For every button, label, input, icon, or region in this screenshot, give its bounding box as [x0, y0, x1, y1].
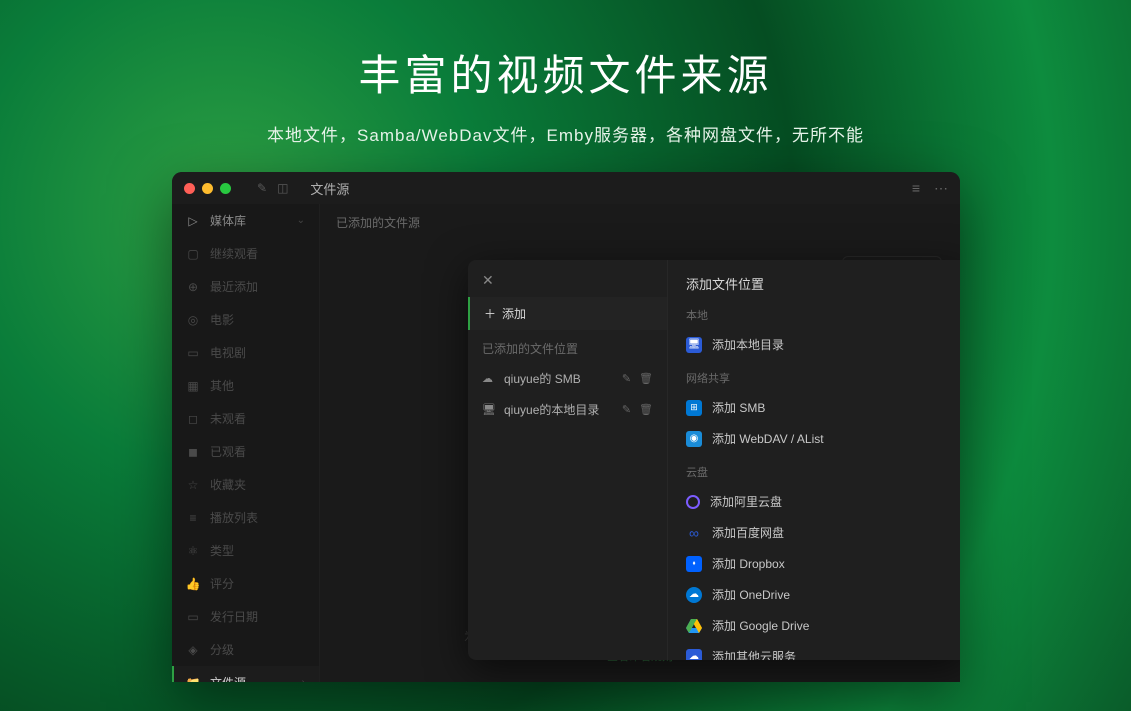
chevron-icon: ›: [302, 677, 305, 682]
sidebar-item-6[interactable]: ◻未观看: [172, 402, 319, 435]
sidebar-item-13[interactable]: ◈分级: [172, 633, 319, 666]
max-dot[interactable]: [220, 183, 231, 194]
option-cloud-3[interactable]: ☁添加 OneDrive: [686, 579, 950, 610]
delete-icon[interactable]: 🗑: [639, 372, 653, 385]
sidebar-icon: ▷: [186, 214, 200, 228]
sidebar-icon: ▭: [186, 610, 200, 624]
sidebar: ▷媒体库⌄▢继续观看⊕最近添加◎电影▭电视剧▦其他◻未观看◼已观看☆收藏夹≡播放…: [172, 204, 320, 682]
option-cloud-4[interactable]: 添加 Google Drive: [686, 610, 950, 641]
option-network-0[interactable]: ⊞添加 SMB: [686, 392, 950, 423]
edit-icon[interactable]: ✎: [622, 403, 631, 416]
sidebar-item-10[interactable]: ⚛类型: [172, 534, 319, 567]
option-network-1[interactable]: ◉添加 WebDAV / AList: [686, 423, 950, 454]
option-cloud-0[interactable]: 添加阿里云盘: [686, 486, 950, 517]
min-dot[interactable]: [202, 183, 213, 194]
window-controls[interactable]: [184, 183, 231, 194]
app-window: ✎ ◫ 文件源 ≡ ⋯ ▷媒体库⌄▢继续观看⊕最近添加◎电影▭电视剧▦其他◻未观…: [172, 172, 960, 682]
sidebar-icon: 👍: [186, 577, 200, 591]
dialog-title: 添加文件位置: [686, 274, 950, 293]
sidebar-toggle-icon[interactable]: ◫: [277, 181, 288, 195]
delete-icon[interactable]: 🗑: [639, 403, 653, 416]
menu-icon[interactable]: ≡: [912, 180, 920, 197]
sidebar-icon: ◈: [186, 643, 200, 657]
cloud-icon: ☁: [482, 372, 496, 385]
chevron-icon: ⌄: [297, 215, 305, 226]
added-locations-header: 已添加的文件位置: [468, 330, 667, 363]
option-cloud-5[interactable]: ☁添加其他云服务: [686, 641, 950, 660]
option-cloud-2[interactable]: ⬪添加 Dropbox: [686, 548, 950, 579]
sidebar-item-3[interactable]: ◎电影: [172, 303, 319, 336]
group-label-network: 网络共享: [686, 370, 950, 386]
hero-subtitle: 本地文件，Samba/WebDav文件，Emby服务器，各种网盘文件，无所不能: [0, 121, 1131, 146]
sidebar-icon: ▢: [186, 247, 200, 261]
sidebar-icon: ☆: [186, 478, 200, 492]
sidebar-item-2[interactable]: ⊕最近添加: [172, 270, 319, 303]
edit-icon[interactable]: ✎: [257, 181, 267, 195]
main-panel: 已添加的文件源 + 添加文件源 为了保证自动刮削搜索电影刮集的准确性，请按照下面…: [320, 204, 960, 682]
plus-icon: ＋: [484, 305, 496, 322]
source-item-0[interactable]: ☁qiuyue的 SMB✎🗑: [468, 363, 667, 394]
option-local-0[interactable]: 🖥添加本地目录: [686, 329, 950, 360]
sidebar-icon: ⚛: [186, 544, 200, 558]
breadcrumb: 已添加的文件源: [320, 204, 960, 241]
hero-banner: 丰富的视频文件来源 本地文件，Samba/WebDav文件，Emby服务器，各种…: [0, 0, 1131, 146]
dialog-right-panel: 添加文件位置 本地 🖥添加本地目录网络共享 ⊞添加 SMB◉添加 WebDAV / …: [668, 260, 960, 660]
sidebar-icon: ≡: [186, 511, 200, 525]
sidebar-icon: ◻: [186, 412, 200, 426]
sidebar-icon: ⊕: [186, 280, 200, 294]
titlebar-tools: ✎ ◫: [257, 181, 288, 195]
sidebar-icon: ▭: [186, 346, 200, 360]
sidebar-item-9[interactable]: ≡播放列表: [172, 501, 319, 534]
sidebar-item-0[interactable]: ▷媒体库⌄: [172, 204, 319, 237]
monitor-icon: 🖥: [482, 403, 496, 416]
hero-title: 丰富的视频文件来源: [0, 42, 1131, 103]
add-button[interactable]: ＋ 添加: [468, 297, 667, 330]
sidebar-item-8[interactable]: ☆收藏夹: [172, 468, 319, 501]
titlebar: ✎ ◫ 文件源 ≡ ⋯: [172, 172, 960, 204]
sidebar-icon: ▦: [186, 379, 200, 393]
sidebar-item-7[interactable]: ◼已观看: [172, 435, 319, 468]
sidebar-item-5[interactable]: ▦其他: [172, 369, 319, 402]
option-cloud-1[interactable]: ∞添加百度网盘: [686, 517, 950, 548]
sidebar-item-12[interactable]: ▭发行日期: [172, 600, 319, 633]
sidebar-item-4[interactable]: ▭电视剧: [172, 336, 319, 369]
sidebar-icon: ◼: [186, 445, 200, 459]
sidebar-item-11[interactable]: 👍评分: [172, 567, 319, 600]
more-icon[interactable]: ⋯: [934, 180, 948, 197]
edit-icon[interactable]: ✎: [622, 372, 631, 385]
dialog-left-panel: ✕ ＋ 添加 已添加的文件位置 ☁qiuyue的 SMB✎🗑🖥qiuyue的本地…: [468, 260, 668, 660]
sidebar-icon: ◎: [186, 313, 200, 327]
group-label-cloud: 云盘: [686, 464, 950, 480]
sidebar-icon: 📁: [186, 676, 200, 683]
sidebar-item-1[interactable]: ▢继续观看: [172, 237, 319, 270]
source-item-1[interactable]: 🖥qiuyue的本地目录✎🗑: [468, 394, 667, 425]
close-dot[interactable]: [184, 183, 195, 194]
close-icon[interactable]: ✕: [468, 272, 667, 297]
add-location-dialog: ✕ ＋ 添加 已添加的文件位置 ☁qiuyue的 SMB✎🗑🖥qiuyue的本地…: [468, 260, 960, 660]
group-label-local: 本地: [686, 307, 950, 323]
sidebar-item-14[interactable]: 📁文件源›: [172, 666, 319, 682]
window-title: 文件源: [310, 179, 349, 198]
